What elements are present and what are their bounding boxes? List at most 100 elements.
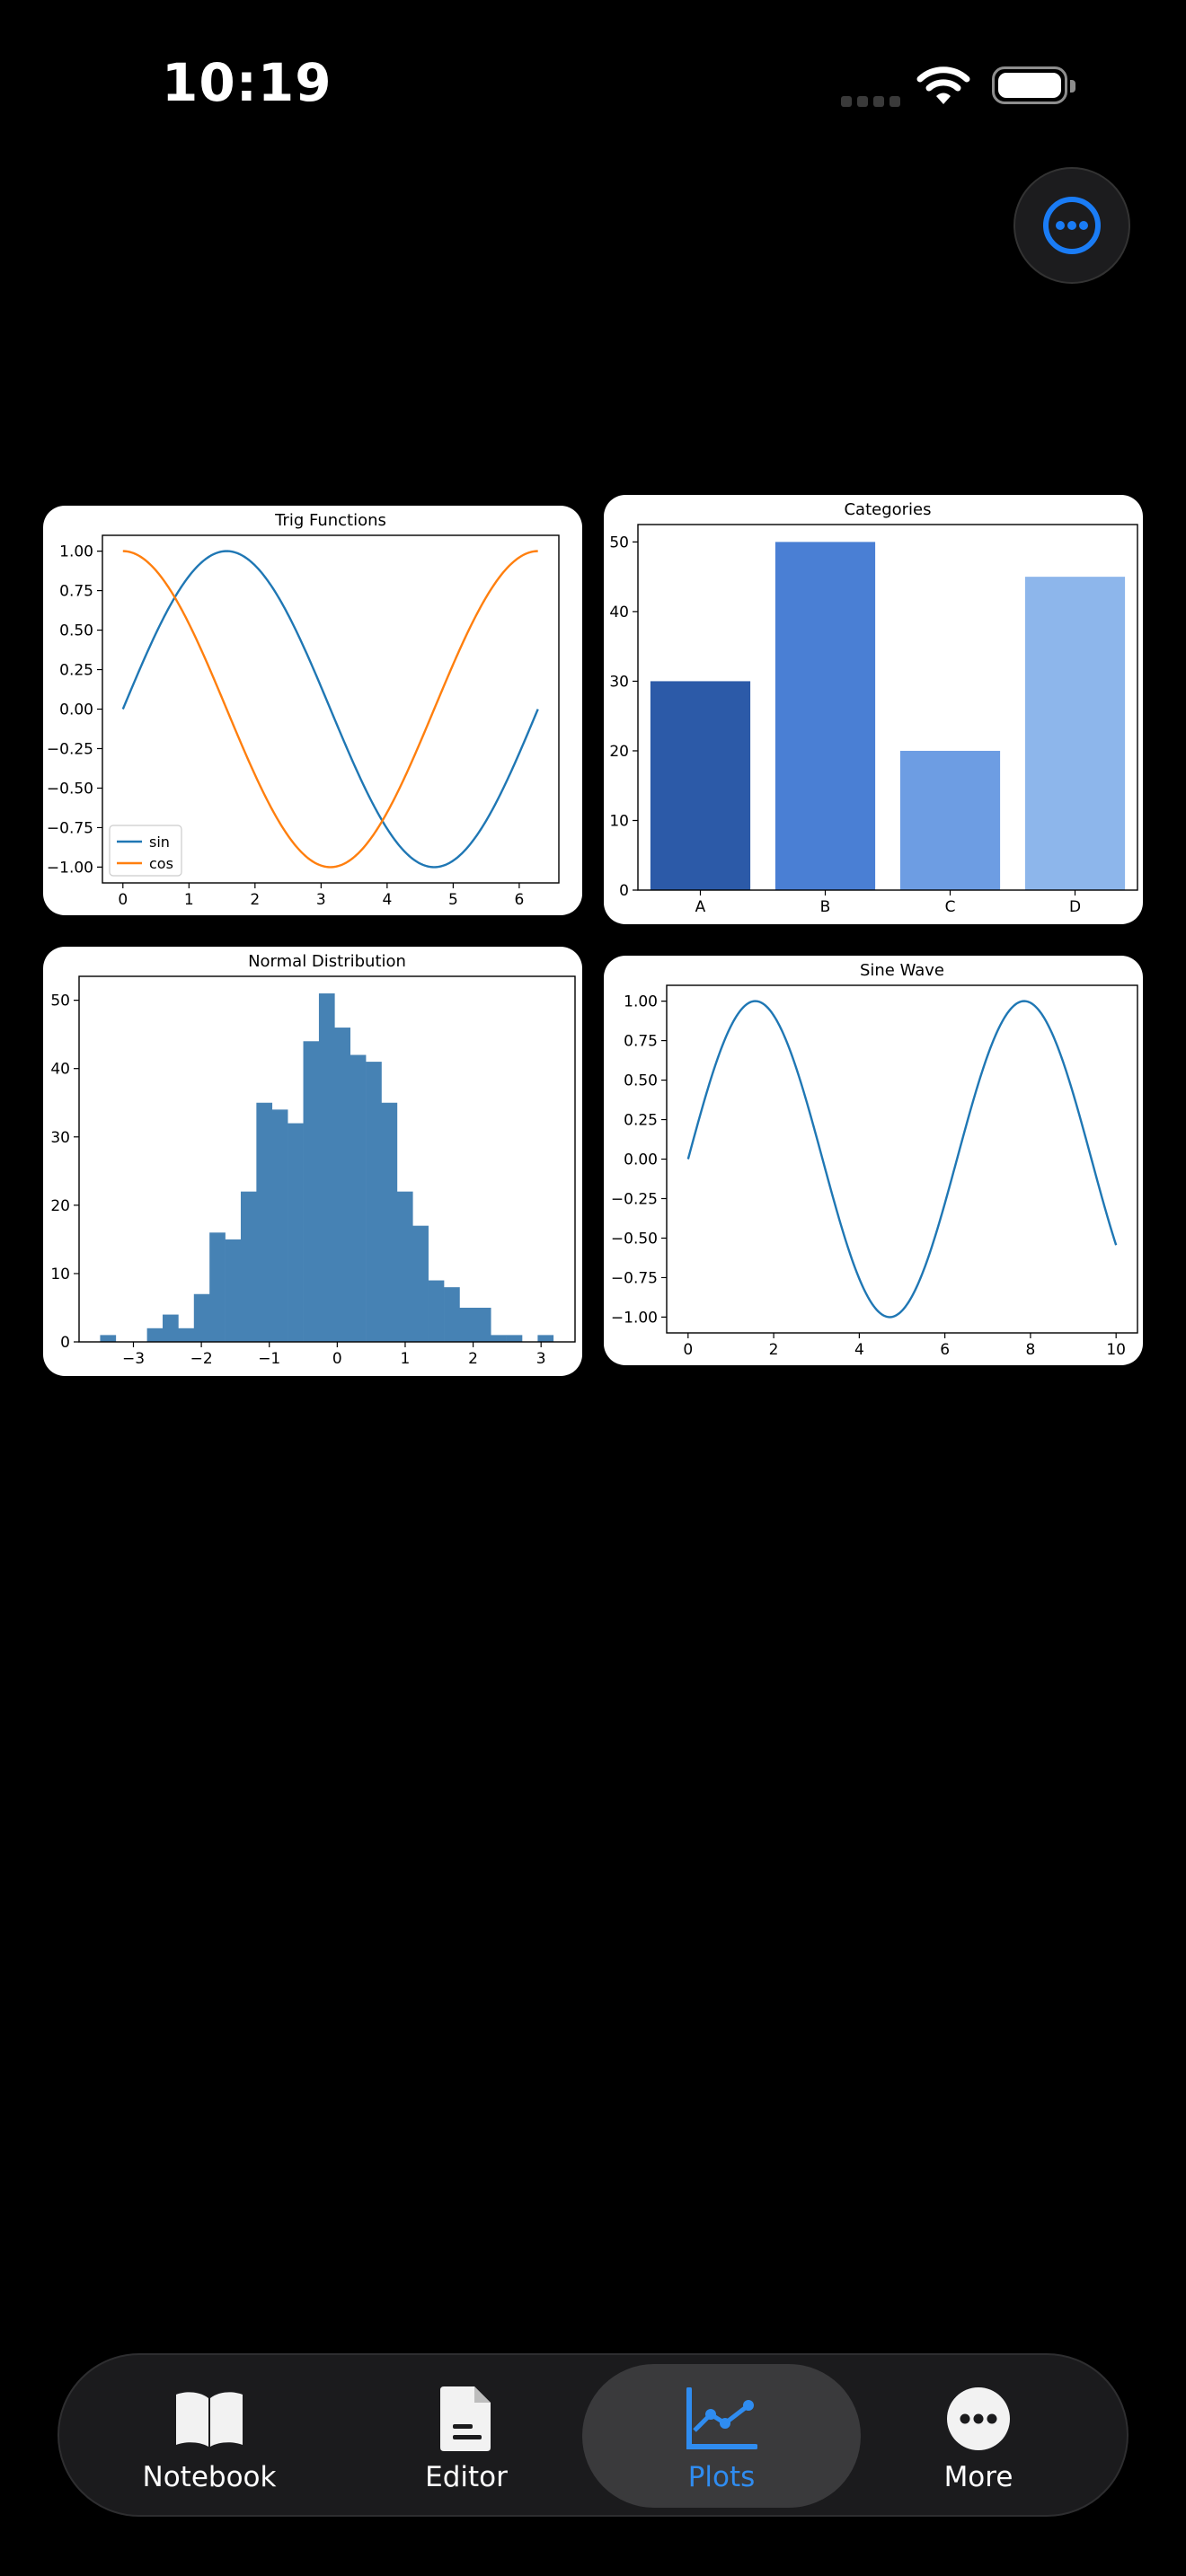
histogram-bar xyxy=(303,1041,320,1342)
chart-title: Sine Wave xyxy=(860,961,944,980)
chart-icon xyxy=(686,2387,757,2449)
ellipsis-circle-icon xyxy=(947,2387,1010,2450)
x-tick-label: −2 xyxy=(190,1350,213,1368)
histogram-bar xyxy=(412,1225,429,1342)
plot-card-trig[interactable]: Trig Functions 0 1 2 3 4 5 6 −1.00 −0.75 −0.50 −0.2… xyxy=(43,506,582,915)
y-tick-label: 40 xyxy=(50,1061,70,1079)
x-tick-label: 4 xyxy=(382,891,392,909)
y-tick-label: 0.25 xyxy=(59,662,93,680)
plot-frame xyxy=(666,984,1138,1334)
histogram-bar xyxy=(225,1239,242,1342)
bar-d xyxy=(1024,577,1126,890)
histogram-bar xyxy=(178,1328,195,1342)
x-tick-label: 3 xyxy=(536,1350,546,1368)
histogram-bar xyxy=(271,1109,288,1342)
y-tick-label: 0 xyxy=(619,882,629,900)
y-tick-label: 30 xyxy=(609,673,629,691)
histogram-bar xyxy=(318,993,335,1342)
histogram-bar xyxy=(350,1054,367,1342)
sine-wave-chart: Sine Wave 0 2 4 6 8 10 −1.00 −0.75 −0.50 −0.25 0.00… xyxy=(611,961,1138,1359)
histogram-bar xyxy=(334,1028,351,1342)
x-tick-label: −1 xyxy=(258,1350,280,1368)
normal-distribution-chart: Normal Distribution−3 −2 −1 0 1 2 301020304050 xyxy=(50,952,576,1368)
tab-bar: Notebook Editor Plots More xyxy=(58,2353,1128,2517)
x-tick-label: 4 xyxy=(854,1341,864,1359)
histogram-bar xyxy=(396,1191,413,1342)
y-tick-label: 50 xyxy=(609,534,629,551)
x-tick-label: 0 xyxy=(683,1341,693,1359)
tab-more[interactable]: More xyxy=(839,2364,1118,2508)
y-tick-label: −0.75 xyxy=(47,819,93,837)
plot-card-categories[interactable]: Categories A B C D 0 10 20 30 40 50 xyxy=(604,495,1143,924)
y-tick-label: 1.00 xyxy=(59,543,93,561)
ellipsis-circle-icon xyxy=(1043,197,1101,254)
series-line-sin xyxy=(686,1000,1118,1319)
histogram-bar xyxy=(537,1335,554,1342)
y-tick-label: 0.25 xyxy=(624,1112,658,1130)
y-tick-label: −0.25 xyxy=(47,740,93,758)
x-tick-label: 8 xyxy=(1025,1341,1035,1359)
y-tick-label: 1.00 xyxy=(624,993,658,1011)
y-tick-label: 0.50 xyxy=(624,1072,658,1090)
tab-plots-label: Plots xyxy=(687,2461,756,2493)
bar-b xyxy=(774,542,876,890)
x-tick-label: 2 xyxy=(769,1341,779,1359)
y-tick-label: 0.50 xyxy=(59,622,93,640)
chart-title: Categories xyxy=(844,500,931,519)
more-options-button[interactable] xyxy=(1013,167,1130,284)
y-tick-label: −0.75 xyxy=(611,1269,658,1287)
histogram-bar xyxy=(506,1335,523,1342)
histogram-bar xyxy=(256,1102,273,1342)
legend-label-sin: sin xyxy=(149,834,170,851)
document-icon xyxy=(440,2386,491,2451)
trig-chart: Trig Functions 0 1 2 3 4 5 6 −1.00 −0.75 −0.50 −0.2… xyxy=(47,511,560,909)
series-line-sin xyxy=(121,550,539,869)
histogram-bar xyxy=(163,1314,179,1342)
histogram-bar xyxy=(240,1191,257,1342)
y-tick-label: −1.00 xyxy=(47,859,93,877)
histogram-bar xyxy=(193,1293,210,1342)
x-tick-label: 5 xyxy=(448,891,458,909)
chart-title: Trig Functions xyxy=(274,511,386,530)
battery-icon xyxy=(992,66,1075,104)
y-tick-label: 20 xyxy=(609,743,629,761)
x-tick-label: 6 xyxy=(514,891,524,909)
tab-notebook[interactable]: Notebook xyxy=(70,2364,349,2508)
y-tick-label: 10 xyxy=(609,812,629,830)
x-tick-label: 1 xyxy=(401,1350,411,1368)
plot-card-sine[interactable]: Sine Wave 0 2 4 6 8 10 −1.00 −0.75 −0.50 −0.25 0.00… xyxy=(604,956,1143,1365)
x-tick-label: 3 xyxy=(316,891,326,909)
x-tick-label: B xyxy=(820,898,831,916)
histogram-bar xyxy=(491,1335,507,1342)
y-tick-label: −0.25 xyxy=(611,1190,658,1208)
wifi-icon xyxy=(916,65,970,110)
x-tick-label: 10 xyxy=(1106,1341,1126,1359)
x-tick-label: 2 xyxy=(468,1350,478,1368)
bar-c xyxy=(899,750,1001,890)
histogram-bar xyxy=(288,1123,304,1342)
plot-card-normal[interactable]: Normal Distribution −3 −2 −1 0 1 2 3 0 10 20 30 40 50 xyxy=(43,947,582,1376)
tab-editor[interactable]: Editor xyxy=(327,2364,606,2508)
histogram-bar xyxy=(381,1102,398,1342)
y-tick-label: −0.50 xyxy=(47,780,93,798)
y-tick-label: −0.50 xyxy=(611,1230,658,1248)
cellular-signal-icon xyxy=(841,93,906,110)
x-tick-label: 0 xyxy=(118,891,128,909)
histogram-bar xyxy=(366,1062,382,1342)
x-tick-label: C xyxy=(945,898,956,916)
x-tick-label: −3 xyxy=(122,1350,145,1368)
x-tick-label: 2 xyxy=(250,891,260,909)
chart-title: Normal Distribution xyxy=(248,952,406,971)
histogram-bar xyxy=(100,1335,117,1342)
tab-notebook-label: Notebook xyxy=(142,2461,277,2493)
status-time: 10:19 xyxy=(162,52,332,113)
x-tick-label: 1 xyxy=(184,891,194,909)
x-tick-label: A xyxy=(695,898,706,916)
legend: sin cos xyxy=(109,825,182,877)
histogram-bar xyxy=(209,1232,226,1342)
categories-chart: Categories A B C D 0 10 20 30 40 50 xyxy=(609,500,1138,916)
tab-editor-label: Editor xyxy=(425,2461,508,2493)
legend-label-cos: cos xyxy=(149,855,173,872)
y-tick-label: 20 xyxy=(50,1197,70,1215)
tab-plots[interactable]: Plots xyxy=(582,2364,861,2508)
